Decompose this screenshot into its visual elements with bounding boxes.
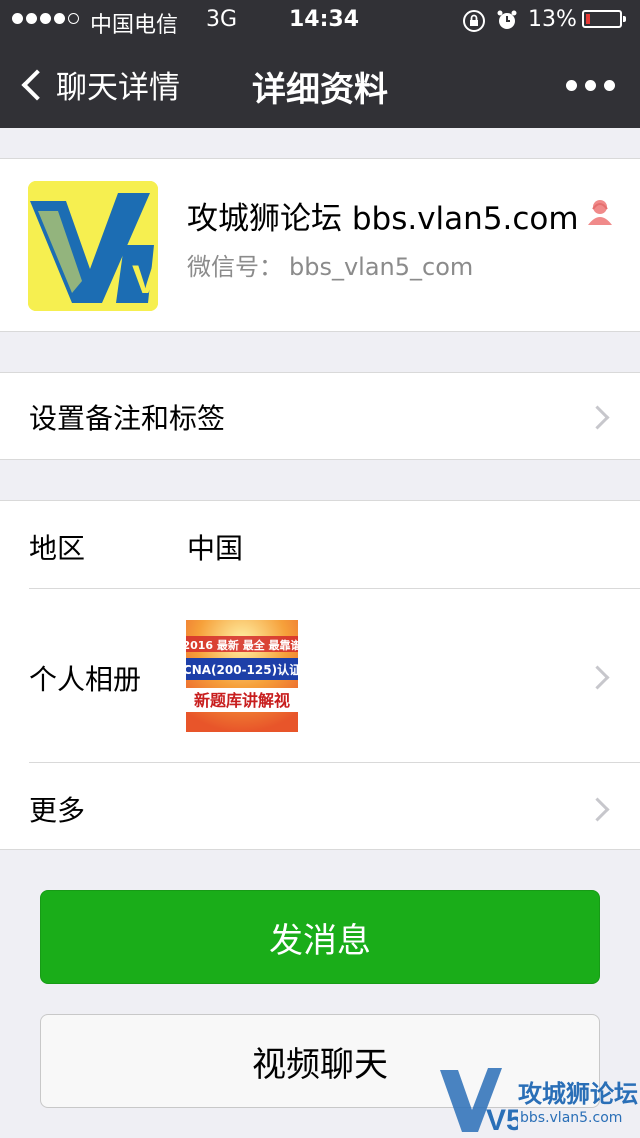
album-label: 个人相册 — [29, 663, 142, 696]
wechat-id-value: bbs_vlan5_com — [289, 253, 474, 281]
region-label: 地区 — [29, 532, 86, 565]
signal-strength-icon — [12, 13, 79, 24]
back-label: 聊天详情 — [56, 70, 180, 106]
site-watermark: V5 攻城狮论坛 bbs.vlan5.com — [438, 1066, 638, 1137]
wechat-id-label: 微信号： — [187, 253, 283, 281]
status-time: 14:34 — [289, 7, 360, 32]
send-message-button[interactable]: 发消息 — [40, 890, 600, 984]
chevron-right-icon — [585, 797, 610, 822]
set-remark-and-tags-row[interactable]: 设置备注和标签 — [0, 372, 640, 460]
carrier-name: 中国电信 — [90, 13, 179, 38]
navigation-bar: 聊天详情 详细资料 — [0, 40, 640, 128]
chevron-left-icon — [21, 68, 53, 101]
divider — [29, 762, 640, 763]
top-bar: 中国电信 3G 14:34 13% 聊天详情 详细资料 — [0, 0, 640, 128]
chevron-right-icon — [585, 405, 610, 430]
rotation-lock-icon — [462, 9, 486, 39]
divider — [29, 588, 640, 589]
network-type: 3G — [206, 7, 238, 32]
more-dots-icon[interactable] — [566, 80, 615, 91]
album-thumb-line-1: 2016 最新 最全 最靠谱 — [186, 638, 298, 652]
avatar[interactable]: V5 — [28, 181, 158, 311]
watermark-logo-text: V5 — [486, 1104, 518, 1134]
wechat-id: 微信号： bbs_vlan5_com — [187, 247, 473, 282]
battery-icon — [582, 10, 626, 28]
album-thumb-line-2: CNA(200-125)认证 — [186, 662, 298, 677]
avatar-logo-text: V5 — [132, 258, 158, 302]
profile-card: V5 攻城狮论坛 bbs.vlan5.com 微信号：bbs_vlan5_com — [0, 158, 640, 332]
watermark-url: bbs.vlan5.com — [520, 1110, 623, 1126]
album-thumb-line-3: 新题库讲解视 — [194, 691, 290, 710]
album-thumbnail[interactable]: 2016 最新 最全 最靠谱 CNA(200-125)认证 新题库讲解视 — [186, 620, 298, 732]
profile-name-row: 攻城狮论坛 bbs.vlan5.com — [187, 193, 615, 238]
region-value: 中国 — [187, 532, 244, 565]
watermark-site-name: 攻城狮论坛 — [518, 1080, 638, 1108]
chevron-right-icon — [585, 665, 610, 690]
battery-level-fill — [586, 14, 590, 24]
watermark-logo: V5 — [440, 1068, 523, 1137]
alarm-clock-icon — [496, 9, 518, 37]
profile-name: 攻城狮论坛 bbs.vlan5.com — [187, 201, 579, 237]
status-bar: 中国电信 3G 14:34 13% — [0, 0, 640, 40]
profile-info-list: 地区 中国 个人相册 2016 最新 最全 最靠谱 CNA(200-125)认证 — [0, 500, 640, 850]
battery-percent: 13% — [528, 7, 577, 32]
remark-row-label: 设置备注和标签 — [29, 402, 226, 435]
back-button[interactable]: 聊天详情 — [18, 62, 180, 107]
female-user-icon — [585, 197, 615, 235]
more-label: 更多 — [29, 794, 86, 827]
